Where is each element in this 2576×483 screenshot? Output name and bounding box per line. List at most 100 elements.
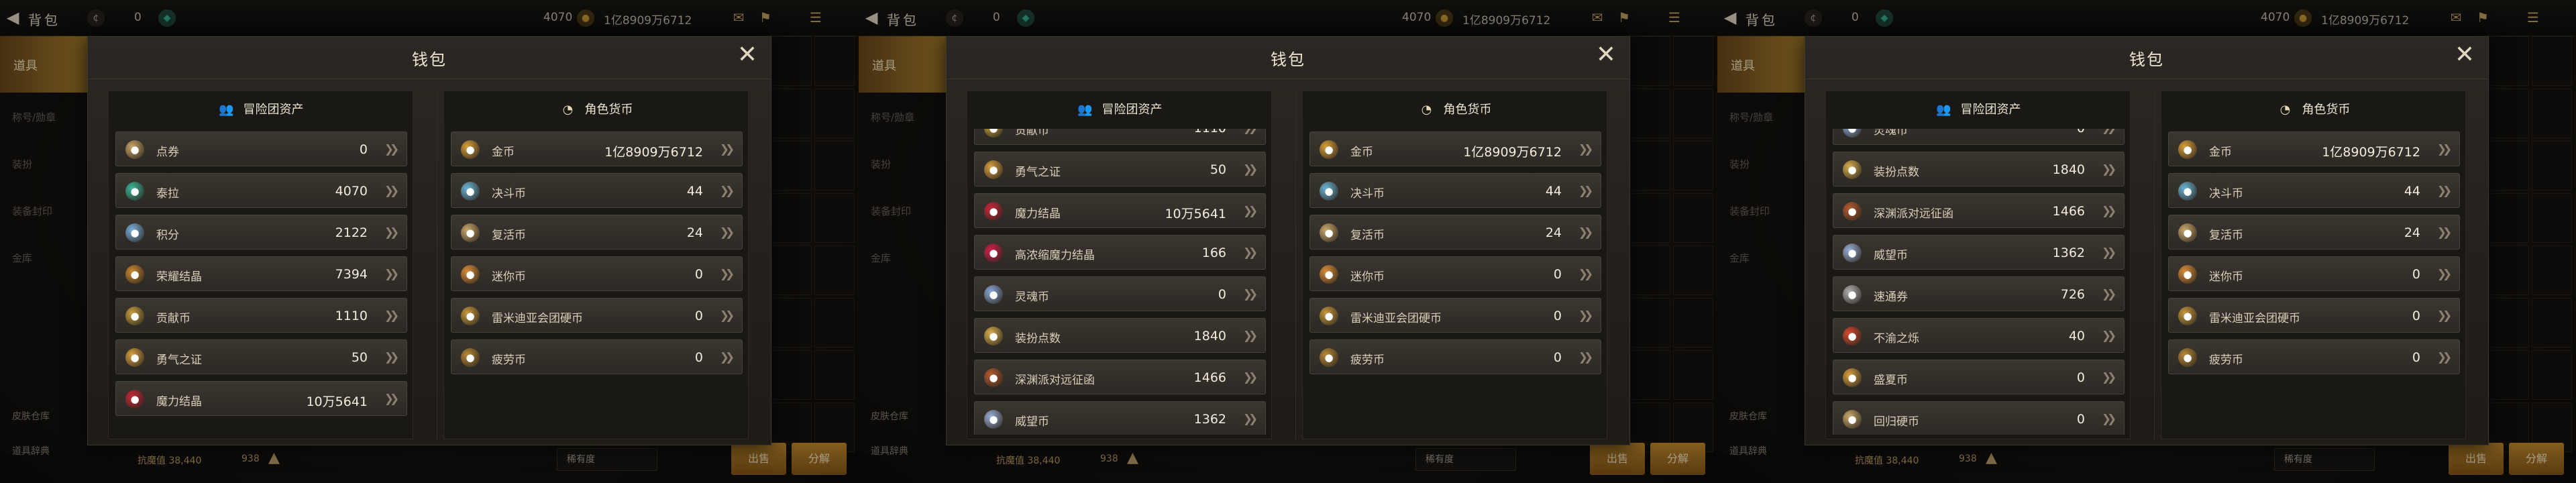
chevron-right-icon[interactable]: ❯❯ (715, 224, 735, 241)
currency-row[interactable]: ● 疲劳币 0 ❯❯ (451, 339, 743, 374)
currency-row[interactable]: ● 泰拉 4070 ❯❯ (115, 173, 407, 208)
currency-row[interactable]: ● 速通券 726 ❯❯ (1833, 276, 2125, 311)
currency-row[interactable]: ● 决斗币 44 ❯❯ (1309, 173, 1601, 208)
currency-value: 44 (1545, 184, 1562, 199)
currency-row[interactable]: ● 疲劳币 0 ❯❯ (1309, 339, 1601, 374)
chevron-right-icon[interactable]: ❯❯ (2432, 349, 2453, 366)
chevron-right-icon[interactable]: ❯❯ (1238, 244, 1258, 262)
currency-row[interactable]: ● 勇气之证 50 ❯❯ (115, 339, 407, 374)
chevron-right-icon[interactable]: ❯❯ (1238, 327, 1258, 345)
currency-row[interactable]: ● 决斗币 44 ❯❯ (451, 173, 743, 208)
chevron-right-icon[interactable]: ❯❯ (380, 307, 400, 325)
currency-value: 1466 (1193, 370, 1226, 385)
chevron-right-icon[interactable]: ❯❯ (1574, 224, 1594, 241)
chevron-right-icon[interactable]: ❯❯ (1238, 411, 1258, 428)
currency-row[interactable]: ● 雷米迪亚会团硬币 0 ❯❯ (451, 298, 743, 333)
currency-row[interactable]: ● 贡献币 1110 ❯❯ (115, 298, 407, 333)
currency-row[interactable]: ● 装扮点数 1840 ❯❯ (1833, 152, 2125, 186)
adventure-assets-list[interactable]: ● 贡献币 1110 ❯❯ ● 勇气之证 50 ❯❯ ● 魔力结晶 10万5641 ❯❯ ● 高浓缩魔力结… (974, 129, 1266, 435)
chevron-right-icon[interactable]: ❯❯ (380, 224, 400, 241)
chevron-right-icon[interactable]: ❯❯ (715, 182, 735, 200)
currency-name: 魔力结晶 (156, 395, 202, 409)
chevron-right-icon[interactable]: ❯❯ (380, 390, 400, 408)
currency-row[interactable]: ● 灵魂币 0 ❯❯ (1833, 129, 2125, 145)
chevron-right-icon[interactable]: ❯❯ (2097, 161, 2117, 178)
character-currency-list[interactable]: ● 金币 1亿8909万6712 ❯❯ ● 决斗币 44 ❯❯ ● 复活币 24 ❯❯ ● 迷你币 0 ❯❯ ●… (451, 129, 743, 435)
currency-row[interactable]: ● 魔力结晶 10万5641 ❯❯ (974, 193, 1266, 228)
currency-row[interactable]: ● 迷你币 0 ❯❯ (1309, 256, 1601, 291)
character-currency-list[interactable]: ● 金币 1亿8909万6712 ❯❯ ● 决斗币 44 ❯❯ ● 复活币 24 ❯❯ ● 迷你币 0 ❯❯ ●… (1309, 129, 1601, 435)
currency-row[interactable]: ● 深渊派对远征函 1466 ❯❯ (974, 360, 1266, 394)
currency-row[interactable]: ● 威望币 1362 ❯❯ (1833, 235, 2125, 270)
currency-row[interactable]: ● 高浓缩魔力结晶 166 ❯❯ (974, 235, 1266, 270)
chevron-right-icon[interactable]: ❯❯ (1574, 349, 1594, 366)
character-currency-list[interactable]: ● 金币 1亿8909万6712 ❯❯ ● 决斗币 44 ❯❯ ● 复活币 24 ❯❯ ● 迷你币 0 ❯❯ ●… (2168, 129, 2460, 435)
chevron-right-icon[interactable]: ❯❯ (2097, 369, 2117, 386)
close-icon[interactable]: ✕ (1595, 43, 1617, 68)
chevron-right-icon[interactable]: ❯❯ (2097, 327, 2117, 345)
chevron-right-icon[interactable]: ❯❯ (380, 266, 400, 283)
chevron-right-icon[interactable]: ❯❯ (1238, 161, 1258, 178)
currency-row[interactable]: ● 灵魂币 0 ❯❯ (974, 276, 1266, 311)
chevron-right-icon[interactable]: ❯❯ (2432, 266, 2453, 283)
chevron-right-icon[interactable]: ❯❯ (380, 349, 400, 366)
chevron-right-icon[interactable]: ❯❯ (380, 182, 400, 200)
currency-row[interactable]: ● 迷你币 0 ❯❯ (451, 256, 743, 291)
currency-row[interactable]: ● 魔力结晶 10万5641 ❯❯ (115, 381, 407, 416)
chevron-right-icon[interactable]: ❯❯ (2097, 244, 2117, 262)
chevron-right-icon[interactable]: ❯❯ (2432, 224, 2453, 241)
currency-row[interactable]: ● 勇气之证 50 ❯❯ (974, 152, 1266, 186)
currency-row[interactable]: ● 回归硬币 0 ❯❯ (1833, 401, 2125, 435)
revive-coin-icon: ● (2178, 223, 2197, 242)
chevron-right-icon[interactable]: ❯❯ (2097, 286, 2117, 303)
currency-row[interactable]: ● 荣耀结晶 7394 ❯❯ (115, 256, 407, 291)
chevron-right-icon[interactable]: ❯❯ (715, 141, 735, 158)
adventure-assets-list[interactable]: ● 点券 0 ❯❯ ● 泰拉 4070 ❯❯ ● 积分 2122 ❯❯ ● 荣耀结晶 7394 ❯❯ ● 贡献币 1… (115, 129, 407, 435)
chevron-right-icon[interactable]: ❯❯ (1238, 203, 1258, 220)
currency-row[interactable]: ● 积分 2122 ❯❯ (115, 215, 407, 250)
currency-row[interactable]: ● 金币 1亿8909万6712 ❯❯ (451, 131, 743, 166)
chevron-right-icon[interactable]: ❯❯ (2097, 411, 2117, 428)
currency-row[interactable]: ● 雷米迪亚会团硬币 0 ❯❯ (2168, 298, 2460, 333)
currency-row[interactable]: ● 金币 1亿8909万6712 ❯❯ (2168, 131, 2460, 166)
currency-row[interactable]: ● 复活币 24 ❯❯ (1309, 215, 1601, 250)
currency-row[interactable]: ● 决斗币 44 ❯❯ (2168, 173, 2460, 208)
chevron-right-icon[interactable]: ❯❯ (2432, 141, 2453, 158)
chevron-right-icon[interactable]: ❯❯ (1238, 286, 1258, 303)
chevron-right-icon[interactable]: ❯❯ (1574, 307, 1594, 325)
mini-coin-icon: ● (461, 265, 480, 284)
adventure-assets-list[interactable]: ● 灵魂币 0 ❯❯ ● 装扮点数 1840 ❯❯ ● 深渊派对远征函 1466 ❯❯ ● 威望币 1362… (1833, 129, 2125, 435)
chevron-right-icon[interactable]: ❯❯ (715, 307, 735, 325)
chevron-right-icon[interactable]: ❯❯ (715, 349, 735, 366)
currency-row[interactable]: ● 疲劳币 0 ❯❯ (2168, 339, 2460, 374)
chevron-right-icon[interactable]: ❯❯ (1574, 182, 1594, 200)
close-icon[interactable]: ✕ (736, 43, 759, 68)
chevron-right-icon[interactable]: ❯❯ (2097, 203, 2117, 220)
chevron-right-icon[interactable]: ❯❯ (2432, 182, 2453, 200)
duel-coin-icon: ● (1320, 182, 1338, 201)
currency-row[interactable]: ● 迷你币 0 ❯❯ (2168, 256, 2460, 291)
chevron-right-icon[interactable]: ❯❯ (2097, 129, 2117, 137)
chevron-right-icon[interactable]: ❯❯ (380, 141, 400, 158)
currency-row[interactable]: ● 威望币 1362 ❯❯ (974, 401, 1266, 435)
currency-row[interactable]: ● 金币 1亿8909万6712 ❯❯ (1309, 131, 1601, 166)
currency-row[interactable]: ● 复活币 24 ❯❯ (2168, 215, 2460, 250)
currency-row[interactable]: ● 装扮点数 1840 ❯❯ (974, 318, 1266, 353)
currency-row[interactable]: ● 深渊派对远征函 1466 ❯❯ (1833, 193, 2125, 228)
currency-row[interactable]: ● 不渝之烁 40 ❯❯ (1833, 318, 2125, 353)
currency-row[interactable]: ● 复活币 24 ❯❯ (451, 215, 743, 250)
currency-row[interactable]: ● 贡献币 1110 ❯❯ (974, 129, 1266, 145)
currency-row[interactable]: ● 点券 0 ❯❯ (115, 131, 407, 166)
chevron-right-icon[interactable]: ❯❯ (715, 266, 735, 283)
team-icon: 👥 (1077, 103, 1093, 117)
currency-row[interactable]: ● 雷米迪亚会团硬币 0 ❯❯ (1309, 298, 1601, 333)
close-icon[interactable]: ✕ (2453, 43, 2476, 68)
currency-name: 威望币 (1874, 249, 1908, 262)
currency-row[interactable]: ● 盛夏币 0 ❯❯ (1833, 360, 2125, 394)
chevron-right-icon[interactable]: ❯❯ (1238, 369, 1258, 386)
chevron-right-icon[interactable]: ❯❯ (1238, 129, 1258, 137)
currency-name: 荣耀结晶 (156, 270, 202, 284)
chevron-right-icon[interactable]: ❯❯ (2432, 307, 2453, 325)
chevron-right-icon[interactable]: ❯❯ (1574, 141, 1594, 158)
chevron-right-icon[interactable]: ❯❯ (1574, 266, 1594, 283)
